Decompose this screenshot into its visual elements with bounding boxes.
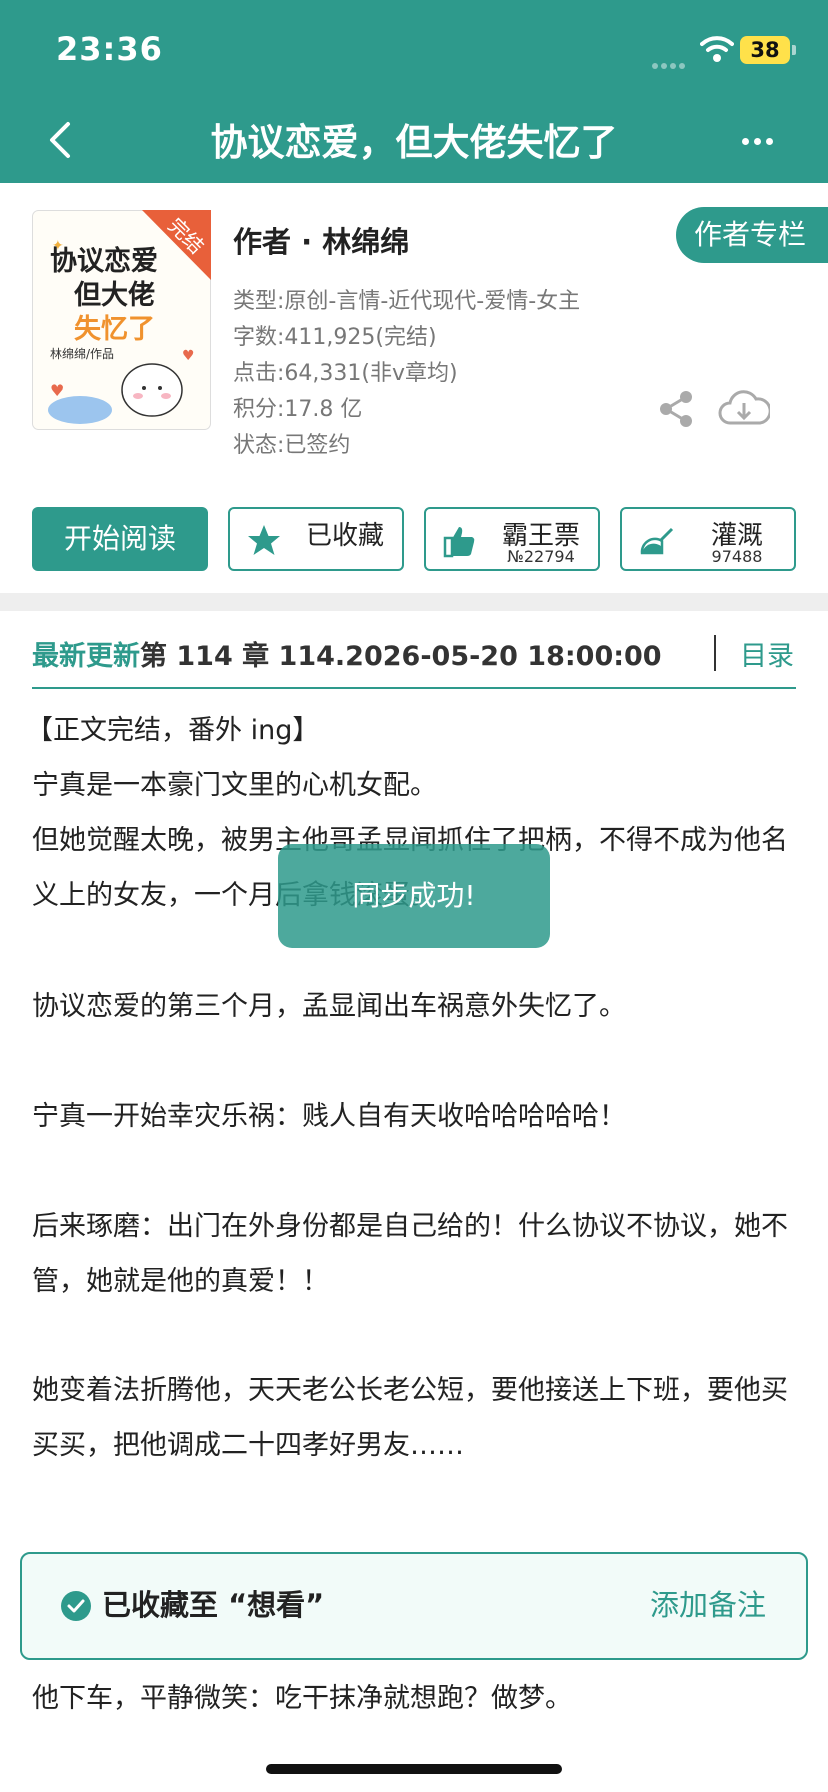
more-icon[interactable] bbox=[742, 130, 782, 150]
summary-paragraph: 他下车，平静微笑：吃干抹净就想跑？做梦。 bbox=[32, 1683, 572, 1714]
water-button[interactable]: 灌溉 97488 bbox=[620, 507, 796, 571]
share-icon[interactable] bbox=[656, 389, 696, 429]
toc-separator bbox=[714, 635, 716, 671]
latest-update-label: 最新更新 bbox=[32, 641, 140, 672]
home-indicator bbox=[266, 1764, 562, 1774]
latest-update-row[interactable]: 最新更新第 114 章 114.2026-05-20 18:00:00 bbox=[32, 633, 796, 681]
watering-can-icon bbox=[640, 527, 674, 555]
saved-message: 已收藏至 “想看” bbox=[102, 1588, 325, 1622]
summary-paragraph: 她变着法折腾他，天天老公长老公短，要他接送上下班，要他买买买，把他调成二十四孝好… bbox=[32, 1375, 788, 1461]
toc-button[interactable]: 目录 bbox=[740, 633, 794, 681]
thumb-up-icon bbox=[443, 527, 475, 558]
status-time: 23:36 bbox=[56, 30, 163, 68]
svg-text:✦: ✦ bbox=[52, 238, 64, 254]
battery-indicator: 38 bbox=[740, 36, 790, 64]
summary-paragraph: 协议恋爱的第三个月，孟显闻出车祸意外失忆了。 bbox=[32, 991, 626, 1022]
meta-word-count: 字数:411,925(完结) bbox=[233, 325, 437, 350]
section-divider bbox=[0, 593, 828, 611]
divider-line bbox=[32, 687, 796, 689]
vote-count: №22794 bbox=[507, 547, 575, 566]
collect-label: 已收藏 bbox=[305, 521, 384, 551]
meta-genre: 类型:原创-言情-近代现代-爱情-女主 bbox=[233, 289, 581, 314]
water-count: 97488 bbox=[711, 547, 763, 566]
download-icon[interactable] bbox=[718, 387, 770, 429]
meta-clicks: 点击:64,331(非v章均) bbox=[233, 361, 458, 386]
cover-title-line-1: 协议恋爱 bbox=[50, 245, 158, 277]
book-info-card: 完结 协议恋爱 但大佬 失忆了 林绵绵/作品 ♥ ♥ ✦ 作者 · 林绵绵 作者… bbox=[0, 183, 828, 593]
svg-text:♥: ♥ bbox=[182, 348, 195, 364]
book-cover[interactable]: 完结 协议恋爱 但大佬 失忆了 林绵绵/作品 ♥ ♥ ✦ bbox=[32, 210, 211, 430]
svg-text:♥: ♥ bbox=[50, 381, 64, 400]
wifi-icon bbox=[700, 36, 734, 62]
summary-paragraph: 宁真一开始幸灾乐祸：贱人自有天收哈哈哈哈哈！ bbox=[32, 1101, 626, 1132]
cover-title-line-3: 失忆了 bbox=[74, 314, 155, 345]
check-circle-icon bbox=[61, 1591, 91, 1621]
cover-title-line-2: 但大佬 bbox=[74, 280, 155, 311]
author-name[interactable]: 作者 · 林绵绵 bbox=[233, 219, 409, 261]
author-column-button[interactable]: 作者专栏 bbox=[676, 207, 828, 263]
cover-author: 林绵绵/作品 bbox=[50, 347, 114, 361]
meta-score: 积分:17.8 亿 bbox=[233, 397, 363, 422]
meta-status: 状态:已签约 bbox=[233, 433, 351, 458]
start-reading-button[interactable]: 开始阅读 bbox=[32, 507, 208, 571]
summary-paragraph: 宁真是一本豪门文里的心机女配。 bbox=[32, 770, 437, 801]
add-note-button[interactable]: 添加备注 bbox=[650, 1582, 766, 1624]
summary-paragraph: 后来琢磨：出门在外身份都是自己给的！什么协议不协议，她不管，她就是他的真爱！！ bbox=[32, 1211, 788, 1297]
app-header: 23:36 38 协议恋爱，但大佬失忆了 bbox=[0, 0, 828, 183]
summary-paragraph: 【正文完结，番外 ing】 bbox=[26, 715, 320, 746]
saved-to-list-bar: 已收藏至 “想看” 添加备注 bbox=[20, 1552, 808, 1660]
battery-tip bbox=[792, 45, 796, 55]
vote-button[interactable]: 霸王票 №22794 bbox=[424, 507, 600, 571]
signal-icon bbox=[652, 54, 690, 69]
star-icon bbox=[248, 525, 280, 555]
collect-button[interactable]: 已收藏 bbox=[228, 507, 404, 571]
sync-toast: 同步成功! bbox=[278, 844, 550, 948]
page-title: 协议恋爱，但大佬失忆了 bbox=[210, 121, 618, 164]
latest-chapter: 第 114 章 114.2026-05-20 18:00:00 bbox=[140, 641, 662, 672]
